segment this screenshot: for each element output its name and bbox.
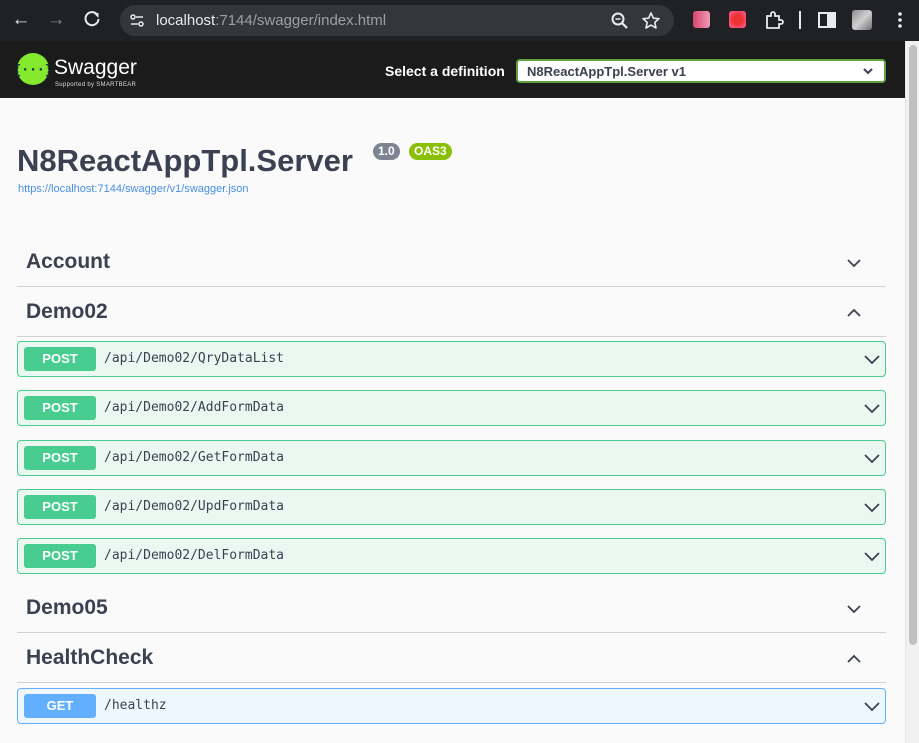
browser-toolbar: ← → localhost:7144/swagger/index.html: [0, 0, 919, 41]
menu-dots-icon[interactable]: [889, 9, 911, 31]
oas-badge: OAS3: [409, 143, 452, 160]
chevron-down-icon[interactable]: [864, 500, 880, 516]
definition-label: Select a definition: [385, 63, 505, 79]
chevron-down-icon: [863, 68, 873, 75]
tag-demo02[interactable]: Demo02: [17, 287, 886, 337]
operation-post-addformdata[interactable]: POST /api/Demo02/AddFormData: [17, 390, 886, 426]
operation-post-getformdata[interactable]: POST /api/Demo02/GetFormData: [17, 440, 886, 476]
url-host: localhost: [156, 12, 216, 29]
method-badge: POST: [24, 495, 96, 519]
tag-name: Demo02: [26, 300, 108, 323]
extension-icon-1[interactable]: [693, 11, 710, 28]
chevron-down-icon[interactable]: [864, 451, 880, 467]
version-badge: 1.0: [373, 143, 400, 160]
swagger-logo-text: Swagger: [54, 56, 137, 79]
tag-name: Account: [26, 250, 110, 273]
reload-icon[interactable]: [80, 8, 104, 32]
tag-name: HealthCheck: [26, 646, 154, 669]
chevron-up-icon[interactable]: [846, 305, 862, 321]
svg-text:{···}: {···}: [17, 63, 49, 78]
tag-healthcheck[interactable]: HealthCheck: [17, 633, 886, 683]
forward-icon[interactable]: →: [44, 8, 68, 32]
address-bar[interactable]: localhost:7144/swagger/index.html: [120, 5, 674, 36]
chevron-down-icon[interactable]: [864, 352, 880, 368]
method-badge: GET: [24, 694, 96, 718]
bookmark-star-icon[interactable]: [641, 11, 661, 31]
swagger-topbar: {···} Swagger Supported by SMARTBEAR Sel…: [0, 41, 905, 98]
tag-demo05[interactable]: Demo05: [17, 583, 886, 633]
url-text[interactable]: localhost:7144/swagger/index.html: [156, 12, 386, 29]
site-info-icon[interactable]: [128, 12, 146, 30]
toolbar-divider: [799, 11, 801, 29]
spec-json-link[interactable]: https://localhost:7144/swagger/v1/swagge…: [18, 183, 249, 195]
zoom-icon[interactable]: [610, 11, 630, 31]
extensions-puzzle-icon[interactable]: [763, 9, 785, 31]
chevron-down-icon[interactable]: [846, 255, 862, 271]
chevron-down-icon[interactable]: [846, 601, 862, 617]
extension-icon-2[interactable]: [729, 11, 746, 28]
definition-select[interactable]: N8ReactAppTpl.Server v1: [516, 59, 886, 83]
definition-selected-value: N8ReactAppTpl.Server v1: [527, 64, 686, 79]
operation-path: /api/Demo02/UpdFormData: [104, 499, 285, 514]
url-path: :7144/swagger/index.html: [215, 12, 387, 29]
operation-post-qrydatalist[interactable]: POST /api/Demo02/QryDataList: [17, 341, 886, 377]
method-badge: POST: [24, 396, 96, 420]
method-badge: POST: [24, 347, 96, 371]
operation-path: /healthz: [104, 698, 167, 713]
tag-name: Demo05: [26, 596, 108, 619]
profile-avatar[interactable]: [852, 10, 872, 30]
back-icon[interactable]: ←: [9, 8, 33, 32]
method-badge: POST: [24, 446, 96, 470]
api-title: N8ReactAppTpl.Server: [17, 143, 353, 178]
swagger-logo-icon[interactable]: {···}: [13, 53, 53, 85]
chevron-down-icon[interactable]: [864, 401, 880, 417]
side-panel-icon[interactable]: [816, 9, 838, 31]
operation-path: /api/Demo02/GetFormData: [104, 450, 285, 465]
swagger-logo-subtext: Supported by SMARTBEAR: [55, 82, 137, 88]
operation-post-updformdata[interactable]: POST /api/Demo02/UpdFormData: [17, 489, 886, 525]
operation-path: /api/Demo02/DelFormData: [104, 548, 285, 563]
operation-path: /api/Demo02/QryDataList: [104, 351, 285, 366]
chevron-down-icon[interactable]: [864, 699, 880, 715]
chevron-up-icon[interactable]: [846, 651, 862, 667]
tag-account[interactable]: Account: [17, 237, 886, 287]
chevron-down-icon[interactable]: [864, 549, 880, 565]
operation-get-healthz[interactable]: GET /healthz: [17, 688, 886, 724]
operation-path: /api/Demo02/AddFormData: [104, 400, 285, 415]
operation-post-delformdata[interactable]: POST /api/Demo02/DelFormData: [17, 538, 886, 574]
method-badge: POST: [24, 544, 96, 568]
page-scrollbar[interactable]: [905, 41, 919, 743]
scrollbar-thumb[interactable]: [909, 45, 917, 645]
